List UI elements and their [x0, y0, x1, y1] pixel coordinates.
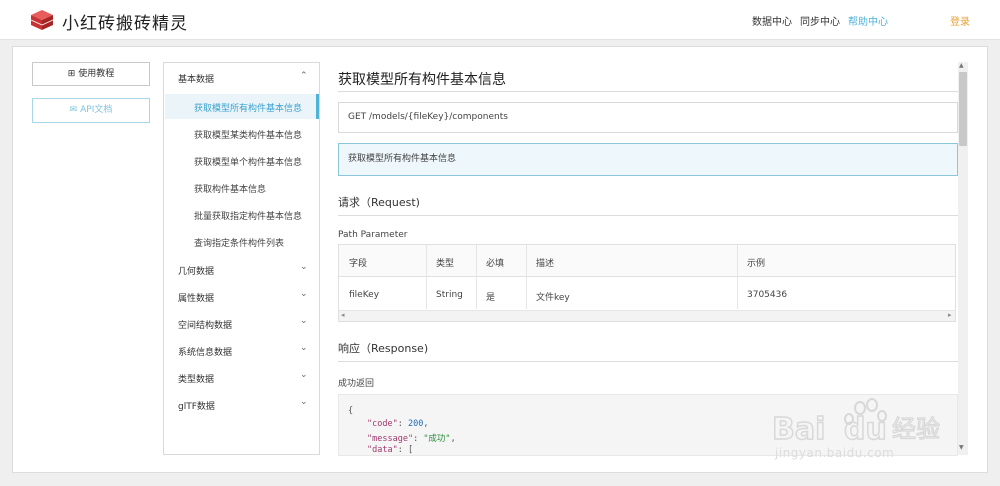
table-column-divider — [526, 245, 527, 309]
table-header-description: 描述 — [536, 259, 555, 269]
code-line-open: { — [348, 406, 354, 416]
table-header-row — [339, 245, 955, 277]
sidenav-category-geometry[interactable]: 几何数据 — [178, 264, 214, 277]
api-docs-button[interactable]: ✉ API文档 — [32, 98, 150, 123]
book-icon: ⊞ — [67, 69, 76, 79]
scrollbar-thumb[interactable] — [959, 72, 967, 146]
sidenav-item-type-components[interactable]: 获取模型某类构件基本信息 — [194, 128, 302, 141]
table-cell-field: fileKey — [349, 290, 380, 300]
success-return-heading: 成功返回 — [338, 379, 375, 389]
tutorial-label: 使用教程 — [78, 69, 115, 79]
sidenav-item-single-component[interactable]: 获取模型单个构件基本信息 — [194, 155, 302, 168]
code-value: [ — [407, 445, 414, 455]
code-value: "成功" — [423, 434, 451, 444]
chevron-down-icon[interactable]: ⌄ — [300, 316, 308, 326]
sidenav-category-basic[interactable]: 基本数据 — [178, 72, 214, 85]
code-value: 200 — [407, 419, 424, 429]
table-header-type: 类型 — [436, 259, 455, 269]
code-key: "code" — [367, 419, 398, 429]
tutorial-button[interactable]: ⊞ 使用教程 — [32, 62, 150, 86]
response-heading: 响应（Response) — [338, 342, 429, 355]
endpoint-box: GET /models/{fileKey}/components — [338, 102, 958, 133]
sidenav-category-gltf[interactable]: glTF数据 — [178, 399, 215, 412]
table-header-required: 必填 — [486, 259, 505, 269]
code-line-data: "data": [ — [367, 445, 414, 455]
sidenav-item-batch-components[interactable]: 批量获取指定构件基本信息 — [194, 209, 302, 222]
chevron-down-icon[interactable]: ⌄ — [300, 262, 308, 272]
sidenav-item-query-components[interactable]: 查询指定条件构件列表 — [194, 236, 284, 249]
scroll-down-icon[interactable]: ▼ — [959, 444, 964, 451]
divider — [338, 91, 958, 92]
sidenav-item-component-info[interactable]: 获取构件基本信息 — [194, 182, 266, 195]
code-line-code: "code": 200, — [367, 419, 429, 429]
watermark-url: jingyan.baidu.com — [775, 446, 895, 460]
sidenav-item-all-components[interactable]: 获取模型所有构件基本信息 — [194, 101, 302, 114]
login-link[interactable]: 登录 — [950, 13, 970, 28]
table-column-divider — [737, 245, 738, 309]
table-cell-example: 3705436 — [747, 290, 788, 300]
scroll-right-icon[interactable]: ▸ — [948, 311, 952, 319]
chevron-down-icon[interactable]: ⌄ — [300, 289, 308, 299]
table-cell-type: String — [436, 290, 463, 300]
description-box: 获取模型所有构件基本信息 — [338, 143, 958, 176]
chevron-up-icon[interactable]: ⌃ — [300, 71, 308, 81]
request-heading: 请求（Request) — [338, 196, 420, 209]
table-cell-description: 文件key — [536, 293, 570, 303]
scroll-up-icon[interactable]: ▲ — [959, 62, 964, 69]
code-key: "data" — [367, 445, 398, 455]
table-header-field: 字段 — [349, 259, 368, 269]
table-column-divider — [476, 245, 477, 309]
brick-logo-icon[interactable] — [30, 9, 54, 31]
mail-icon: ✉ — [69, 105, 78, 115]
api-docs-label: API文档 — [80, 105, 113, 115]
sidenav-category-property[interactable]: 属性数据 — [178, 291, 214, 304]
table-header-example: 示例 — [747, 259, 766, 269]
table-column-divider — [426, 245, 427, 309]
sidenav-category-spatial[interactable]: 空间结构数据 — [178, 318, 232, 331]
table-cell-required: 是 — [486, 293, 496, 303]
sidenav-category-system[interactable]: 系统信息数据 — [178, 345, 232, 358]
table-horizontal-scrollbar[interactable] — [339, 310, 955, 321]
scroll-left-icon[interactable]: ◂ — [341, 311, 345, 319]
divider — [338, 215, 958, 216]
chevron-down-icon[interactable]: ⌄ — [300, 343, 308, 353]
app-name[interactable]: 小红砖搬砖精灵 — [62, 9, 188, 34]
page-title: 获取模型所有构件基本信息 — [338, 72, 506, 88]
code-key: "message" — [367, 434, 414, 444]
nav-data-center[interactable]: 数据中心 — [752, 13, 792, 28]
code-line-message: "message": "成功", — [367, 434, 456, 444]
sidenav-category-type[interactable]: 类型数据 — [178, 372, 214, 385]
doc-sidenav — [163, 62, 320, 455]
divider — [338, 361, 958, 362]
chevron-down-icon[interactable]: ⌄ — [300, 370, 308, 380]
chevron-down-icon[interactable]: ⌄ — [300, 397, 308, 407]
path-parameter-heading: Path Parameter — [338, 230, 408, 240]
nav-help-center[interactable]: 帮助中心 — [848, 13, 888, 28]
nav-sync-center[interactable]: 同步中心 — [800, 13, 840, 28]
